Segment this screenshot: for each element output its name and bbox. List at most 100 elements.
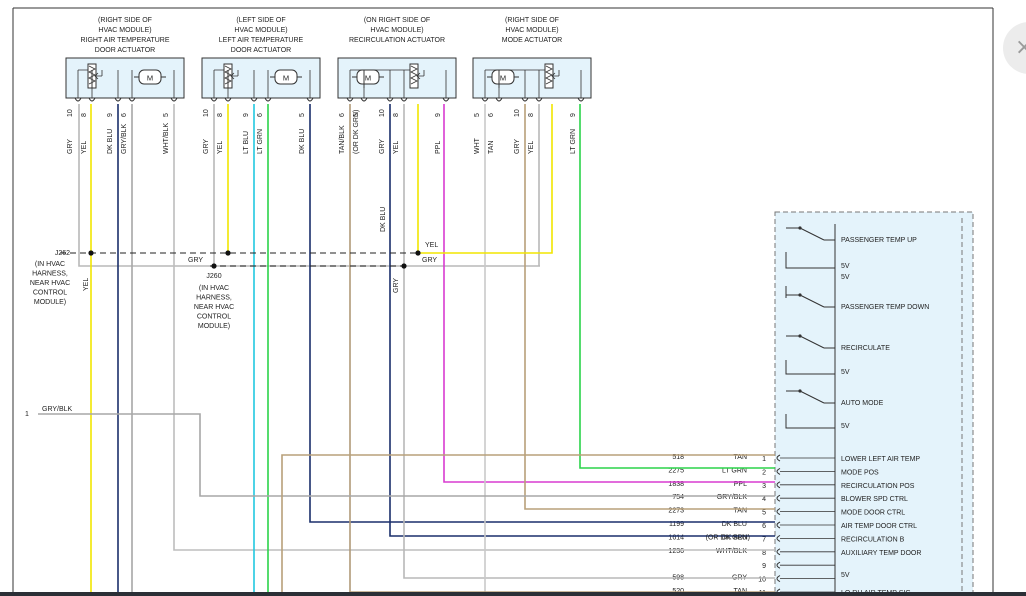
splice-note-j260: HARNESS, [196, 295, 232, 302]
wire-label: DK BLU [299, 129, 306, 154]
pin-number: 5 [474, 113, 481, 117]
wire-label: GRY [203, 139, 210, 154]
pin-number: 5 [299, 113, 306, 117]
splice-note-j262: CONTROL [33, 290, 67, 297]
wire-label: GRY [67, 139, 74, 154]
actuator-2: (LEFT SIDE OF HVAC MODULE) LEFT AIR TEMPER… [201, 17, 321, 154]
splice-note-j260: NEAR HVAC [194, 304, 234, 311]
pin-number: 8 [528, 113, 535, 117]
actuator-box [472, 57, 592, 99]
voltage-label: 5V [841, 369, 850, 376]
wire-label-dkblu: DK BLU [380, 207, 387, 232]
pin-number: 10 [379, 109, 386, 117]
splice-node [415, 250, 421, 256]
motor-label: M [283, 74, 289, 83]
voltage-label: 5V [841, 274, 850, 281]
actuator-4: (RIGHT SIDE OF HVAC MODULE) MODE ACTUATOR M… [472, 17, 592, 154]
voltage-label: 5V [841, 423, 850, 430]
wire-label: LT GRN [257, 129, 264, 154]
wire-label: GRY [379, 139, 386, 154]
wire-label-gry: GRY [393, 278, 400, 293]
splice-note-j262: HARNESS, [32, 271, 68, 278]
motor-label: M [500, 74, 506, 83]
splice-node [225, 250, 231, 256]
left-lead-wire-label: GRY/BLK [42, 406, 73, 413]
pin-number: 9 [762, 563, 766, 570]
wire-label: GRY/BLK [121, 123, 128, 154]
splice-node [88, 250, 94, 256]
switch-label: AUTO MODE [841, 400, 884, 407]
splice-id-j262: J262 [55, 250, 70, 257]
wire-label: LT BLU [243, 131, 250, 154]
wire-label: YEL [528, 141, 535, 154]
splice-node [401, 263, 407, 269]
switch-label: PASSENGER TEMP DOWN [841, 304, 929, 311]
wire-ltgrn-act4 [579, 104, 775, 469]
pin-number: 10 [203, 109, 210, 117]
switch-label: PASSENGER TEMP UP [841, 237, 917, 244]
pin-function-label: LOWER LEFT AIR TEMP [841, 456, 920, 463]
wire-label: YEL [393, 141, 400, 154]
pin-number: 5 [163, 113, 170, 117]
wire-whtblk-act1 [173, 104, 775, 551]
actuator-title-line: (RIGHT SIDE OF [505, 17, 559, 24]
pin-number: 5 [762, 510, 766, 517]
pin-number: 6 [121, 113, 128, 117]
wire-label: WHT/BLK [163, 123, 170, 154]
circuit-number: 1236 [668, 548, 684, 555]
actuator-box [201, 57, 321, 99]
splice-note-j262: (IN HVAC [35, 261, 65, 268]
wiring-diagram: PASSENGER TEMP UP PASSENGER TEMP DOWN RECI… [12, 7, 994, 596]
wire-label: TAN/BLK [339, 125, 346, 154]
splice-id-j260: J260 [206, 273, 221, 280]
pin-number: 6 [339, 113, 346, 117]
splice-note-j260: (IN HVAC [199, 285, 229, 292]
actuator-title-line: RIGHT AIR TEMPERATURE [80, 37, 169, 44]
wire-label: DK BLU [107, 129, 114, 154]
pin-number: 2 [762, 469, 766, 476]
actuator-title-line: RECIRCULATION ACTUATOR [349, 37, 445, 44]
pin-function-label: AUXILIARY TEMP DOOR [841, 550, 921, 557]
pin-number: 10 [514, 109, 521, 117]
actuator-title-line: (LEFT SIDE OF [236, 17, 285, 24]
voltage-label: 5V [841, 263, 850, 270]
pin-number: 4 [762, 496, 766, 503]
pin-number: 6 [257, 113, 264, 117]
pin-function-label: MODE POS [841, 469, 879, 476]
wire-gry-act3 [403, 104, 775, 579]
wire-label: TAN [488, 141, 495, 154]
voltage-label: 5V [841, 572, 850, 579]
wire-label: GRY [514, 139, 521, 154]
pin-number: 8 [217, 113, 224, 117]
actuator-title-line: HVAC MODULE) [370, 27, 423, 34]
pin-function-label: AIR TEMP DOOR CTRL [841, 523, 917, 530]
splice-label-gry: GRY [422, 257, 437, 264]
wire-ppl-act3 [443, 104, 775, 483]
wire-label: YEL [81, 141, 88, 154]
left-lead-pin: 1 [25, 411, 29, 418]
actuator-3: (ON RIGHT SIDE OF HVAC MODULE) RECIRCULATI… [337, 17, 457, 154]
pin-number: 10 [67, 109, 74, 117]
wire-tan-lower-left [281, 454, 775, 596]
actuator-title-line: HVAC MODULE) [234, 27, 287, 34]
pin-function-label: MODE DOOR CTRL [841, 510, 905, 517]
splice-note-j260: CONTROL [197, 314, 231, 321]
pin-number: 9 [107, 113, 114, 117]
pin-function-label: RECIRCULATION POS [841, 483, 915, 490]
wire-label-yel: YEL [83, 278, 90, 291]
pin-function-label: RECIRCULATION B [841, 536, 905, 543]
wire-tan-act4 [524, 104, 775, 510]
pin-number: 9 [435, 113, 442, 117]
splice-note-j262: MODULE) [34, 299, 66, 306]
actuator-title-line: DOOR ACTUATOR [95, 47, 155, 54]
wire-label: WHT [474, 137, 481, 154]
splice-node [211, 263, 217, 269]
pin-function-label: BLOWER SPD CTRL [841, 496, 908, 503]
pin-number: 8 [762, 550, 766, 557]
pin-number: 8 [81, 113, 88, 117]
close-icon: × [1015, 35, 1026, 60]
wire-label: YEL [217, 141, 224, 154]
pin-number: 7 [762, 536, 766, 543]
pin-wire-alt-label: (OR DK GRN) [706, 534, 750, 541]
pin-number: 6 [488, 113, 495, 117]
